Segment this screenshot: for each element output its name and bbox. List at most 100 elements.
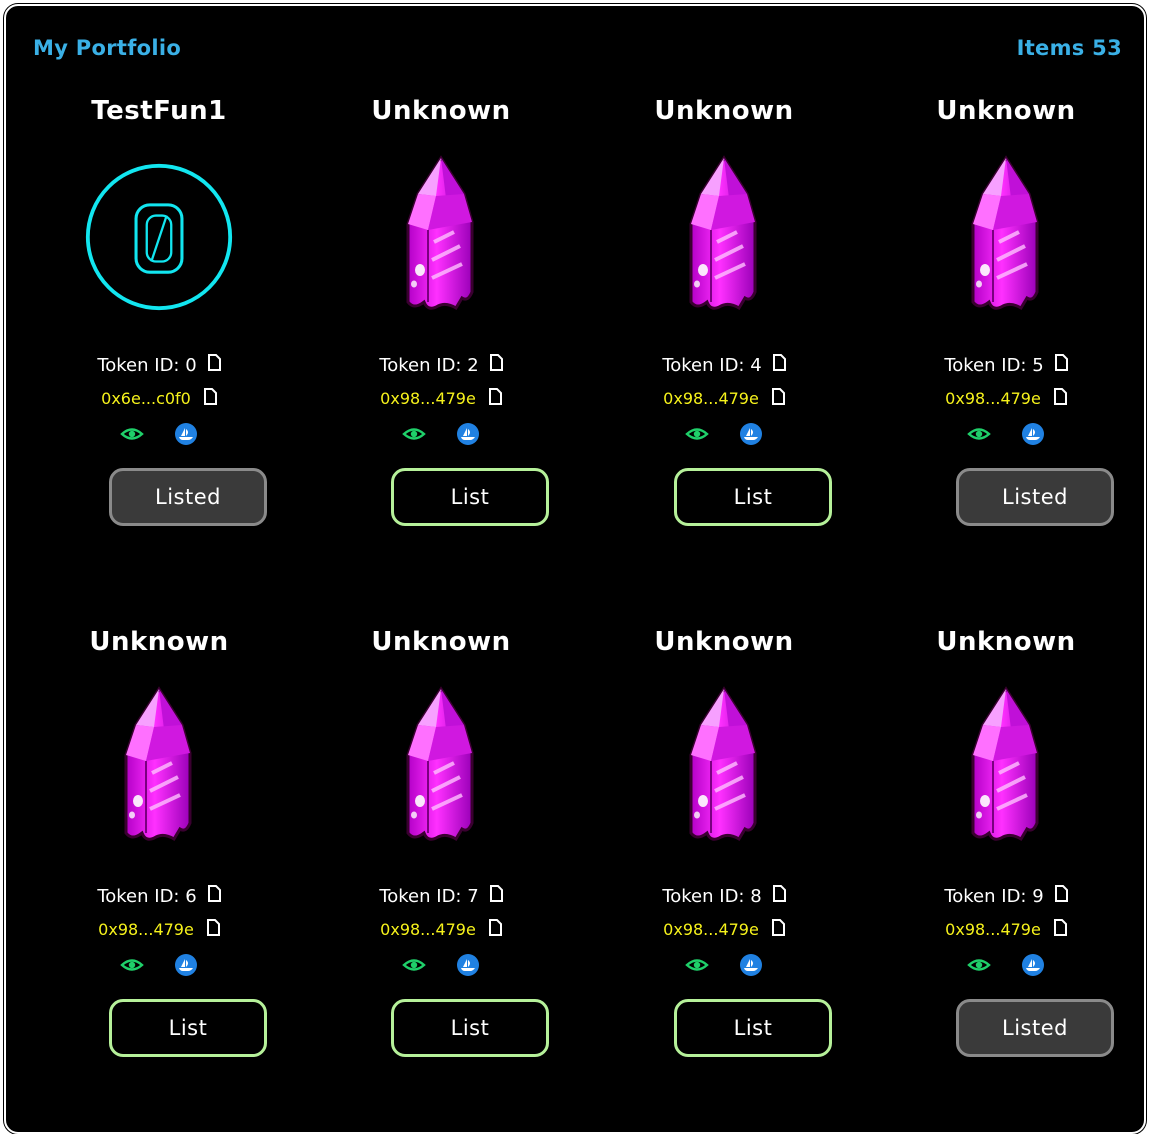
list-button[interactable]: List <box>391 468 549 526</box>
ring-token-icon <box>85 163 233 311</box>
list-button[interactable]: List <box>109 999 267 1057</box>
eye-icon[interactable] <box>402 953 426 981</box>
opensea-boat-icon[interactable] <box>456 422 480 450</box>
card-name: Unknown <box>89 627 229 657</box>
nft-card[interactable]: Unknown Token ID: 9 0x98...479e Listed <box>886 603 1126 1073</box>
list-button[interactable]: List <box>674 999 832 1057</box>
nft-image[interactable] <box>366 142 516 332</box>
owner-address: 0x6e...c0f0 <box>101 389 191 408</box>
token-id-row: Token ID: 4 <box>604 354 844 376</box>
nft-image[interactable] <box>84 673 234 863</box>
nft-image[interactable] <box>366 673 516 863</box>
address-row: 0x98...479e <box>886 919 1126 940</box>
link-icons-row <box>886 953 1126 981</box>
copy-address-icon[interactable] <box>771 919 785 940</box>
copy-token-icon[interactable] <box>489 885 503 907</box>
eye-icon[interactable] <box>402 422 426 450</box>
copy-token-icon[interactable] <box>772 885 786 907</box>
copy-token-icon[interactable] <box>1054 354 1068 376</box>
crystal-icon <box>689 155 757 311</box>
card-name: Unknown <box>371 96 511 126</box>
nft-image[interactable] <box>84 142 234 332</box>
listed-button[interactable]: Listed <box>109 468 267 526</box>
eye-icon[interactable] <box>685 422 709 450</box>
owner-address: 0x98...479e <box>98 920 194 939</box>
owner-address: 0x98...479e <box>945 920 1041 939</box>
opensea-boat-icon[interactable] <box>1021 953 1045 981</box>
card-name: Unknown <box>371 627 511 657</box>
eye-icon[interactable] <box>120 953 144 981</box>
token-id: Token ID: 2 <box>379 354 479 376</box>
copy-address-icon[interactable] <box>203 388 217 409</box>
token-id-row: Token ID: 6 <box>39 885 279 907</box>
nft-card[interactable]: Unknown Token ID: 7 0x98...479e List <box>321 603 561 1073</box>
link-icons-row <box>604 953 844 981</box>
link-icons-row <box>39 953 279 981</box>
items-count: Items 53 <box>1016 36 1122 60</box>
copy-token-icon[interactable] <box>207 885 221 907</box>
token-id-row: Token ID: 8 <box>604 885 844 907</box>
nft-image[interactable] <box>931 142 1081 332</box>
list-button[interactable]: List <box>391 999 549 1057</box>
token-id-row: Token ID: 0 <box>39 354 279 376</box>
copy-address-icon[interactable] <box>771 388 785 409</box>
listed-button[interactable]: Listed <box>956 999 1114 1057</box>
card-name: Unknown <box>654 627 794 657</box>
card-name: TestFun1 <box>91 96 227 126</box>
token-id: Token ID: 7 <box>379 885 479 907</box>
nft-image[interactable] <box>931 673 1081 863</box>
opensea-boat-icon[interactable] <box>1021 422 1045 450</box>
nft-card[interactable]: Unknown Token ID: 2 0x98...479e List <box>321 72 561 542</box>
eye-icon[interactable] <box>120 422 144 450</box>
link-icons-row <box>886 422 1126 450</box>
link-icons-row <box>604 422 844 450</box>
owner-address: 0x98...479e <box>380 920 476 939</box>
opensea-boat-icon[interactable] <box>174 953 198 981</box>
link-icons-row <box>321 953 561 981</box>
token-id-row: Token ID: 5 <box>886 354 1126 376</box>
nft-image[interactable] <box>649 673 799 863</box>
opensea-boat-icon[interactable] <box>739 953 763 981</box>
address-row: 0x98...479e <box>321 388 561 409</box>
owner-address: 0x98...479e <box>945 389 1041 408</box>
copy-address-icon[interactable] <box>1053 388 1067 409</box>
copy-token-icon[interactable] <box>772 354 786 376</box>
card-name: Unknown <box>936 96 1076 126</box>
crystal-icon <box>971 155 1039 311</box>
opensea-boat-icon[interactable] <box>456 953 480 981</box>
copy-address-icon[interactable] <box>488 919 502 940</box>
crystal-icon <box>971 686 1039 842</box>
eye-icon[interactable] <box>967 422 991 450</box>
page-title: My Portfolio <box>33 36 182 60</box>
copy-address-icon[interactable] <box>206 919 220 940</box>
address-row: 0x98...479e <box>604 919 844 940</box>
nft-card[interactable]: Unknown Token ID: 6 0x98...479e List <box>39 603 279 1073</box>
opensea-boat-icon[interactable] <box>739 422 763 450</box>
opensea-boat-icon[interactable] <box>174 422 198 450</box>
copy-token-icon[interactable] <box>489 354 503 376</box>
copy-token-icon[interactable] <box>207 354 221 376</box>
crystal-icon <box>689 686 757 842</box>
nft-card[interactable]: Unknown Token ID: 8 0x98...479e List <box>604 603 844 1073</box>
nft-card[interactable]: TestFun1 Token ID: 0 0x6e...c0f0 Listed <box>39 72 279 542</box>
token-id-row: Token ID: 2 <box>321 354 561 376</box>
token-id: Token ID: 6 <box>97 885 197 907</box>
nft-card[interactable]: Unknown Token ID: 5 0x98...479e Listed <box>886 72 1126 542</box>
token-id-row: Token ID: 9 <box>886 885 1126 907</box>
card-name: Unknown <box>654 96 794 126</box>
list-button[interactable]: List <box>674 468 832 526</box>
copy-token-icon[interactable] <box>1054 885 1068 907</box>
nft-card[interactable]: Unknown Token ID: 4 0x98...479e List <box>604 72 844 542</box>
nft-image[interactable] <box>649 142 799 332</box>
token-id-row: Token ID: 7 <box>321 885 561 907</box>
address-row: 0x98...479e <box>39 919 279 940</box>
copy-address-icon[interactable] <box>488 388 502 409</box>
token-id: Token ID: 0 <box>97 354 197 376</box>
eye-icon[interactable] <box>967 953 991 981</box>
eye-icon[interactable] <box>685 953 709 981</box>
listed-button[interactable]: Listed <box>956 468 1114 526</box>
crystal-icon <box>406 686 474 842</box>
link-icons-row <box>321 422 561 450</box>
token-id: Token ID: 5 <box>944 354 1044 376</box>
copy-address-icon[interactable] <box>1053 919 1067 940</box>
